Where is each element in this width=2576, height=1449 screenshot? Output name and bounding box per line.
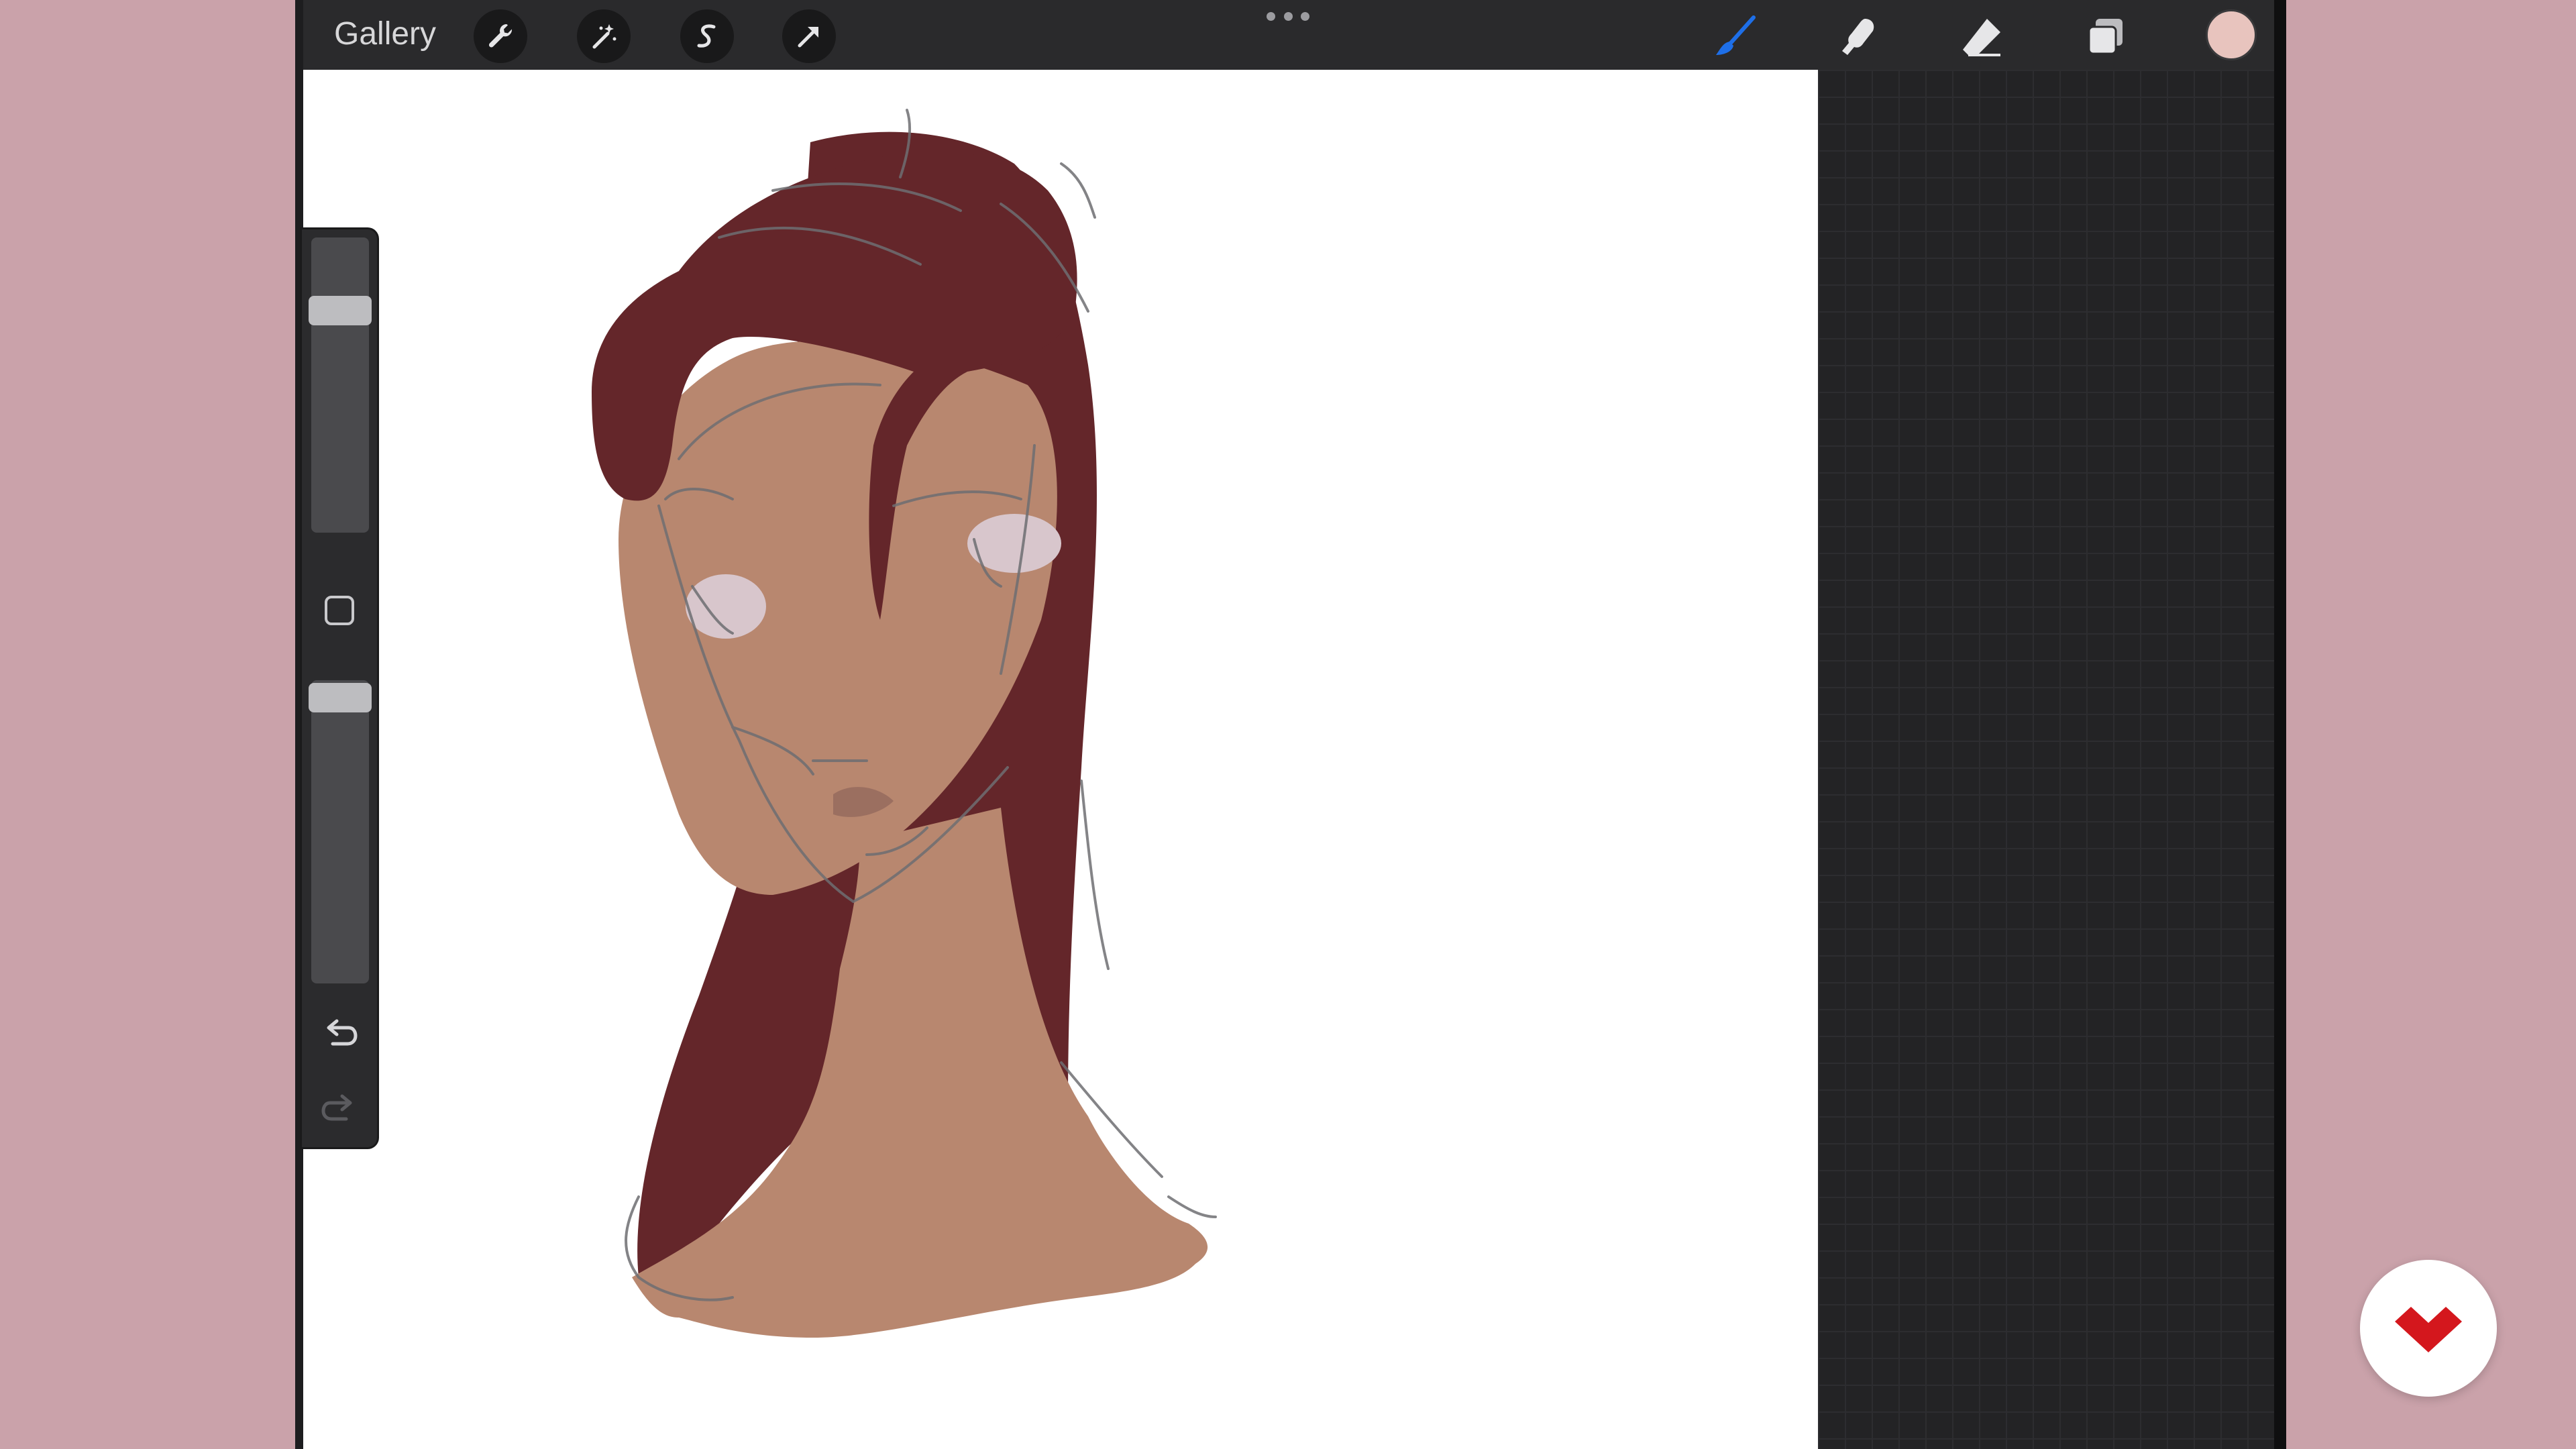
modify-button[interactable] (325, 596, 354, 625)
wrench-icon (488, 24, 513, 48)
undo-icon[interactable] (319, 1013, 360, 1053)
layers-icon (2088, 19, 2123, 55)
color-picker-button[interactable] (2206, 9, 2257, 60)
arrow-cursor-icon (798, 27, 818, 48)
ellipsis-icon[interactable] (1267, 9, 1309, 23)
redo-icon[interactable] (319, 1088, 360, 1128)
adjustments-button[interactable] (577, 9, 631, 63)
brush-tool-button[interactable] (1708, 11, 1762, 64)
artwork-illustration (592, 109, 1217, 1338)
tablet-bezel (2274, 0, 2286, 1449)
drawing-canvas[interactable] (303, 70, 1818, 1449)
smudge-icon (1842, 19, 1874, 55)
selection-button[interactable] (680, 9, 734, 63)
gallery-button[interactable]: Gallery (334, 12, 436, 56)
brand-logo-icon (2395, 1307, 2462, 1352)
layers-tool-button[interactable] (2078, 11, 2132, 64)
opacity-thumb[interactable] (309, 683, 372, 712)
eraser-tool-button[interactable] (1955, 11, 2008, 64)
brush-size-thumb[interactable] (309, 296, 372, 326)
selection-s-icon (697, 24, 716, 48)
actions-button[interactable] (474, 9, 527, 63)
magic-wand-icon (592, 24, 616, 49)
transform-button[interactable] (782, 9, 836, 63)
eraser-icon (1963, 19, 2000, 56)
opacity-slider[interactable] (311, 680, 369, 983)
brush-sidebar (302, 229, 377, 1147)
canvas-background-grid (1818, 70, 2274, 1449)
smudge-tool-button[interactable] (1831, 11, 1885, 64)
brand-badge (2360, 1260, 2497, 1397)
brush-icon (1716, 15, 1756, 55)
brush-size-slider[interactable] (311, 237, 369, 533)
